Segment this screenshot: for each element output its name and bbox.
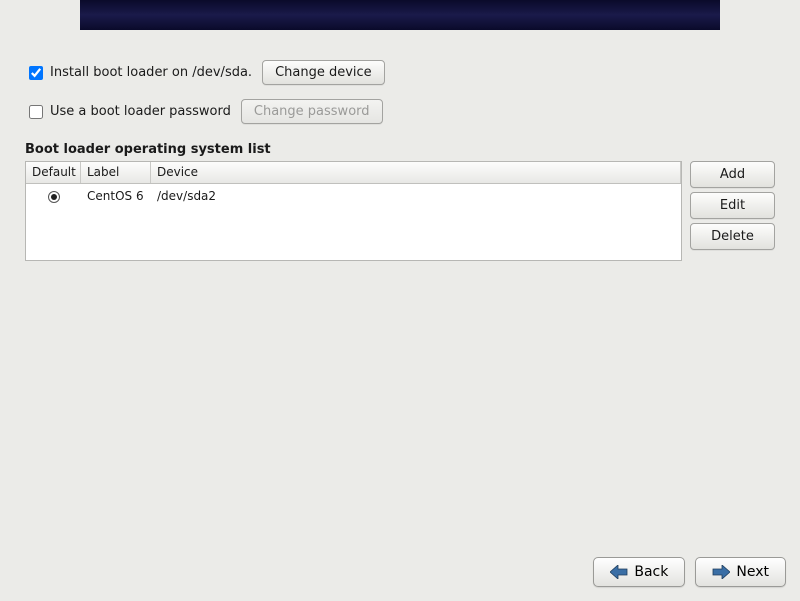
next-button-label: Next xyxy=(736,564,769,580)
os-table-header: Default Label Device xyxy=(26,162,681,184)
install-bootloader-row: Install boot loader on /dev/sda. Change … xyxy=(25,60,775,85)
col-header-default[interactable]: Default xyxy=(26,162,81,183)
use-password-row: Use a boot loader password Change passwo… xyxy=(25,99,775,124)
next-button[interactable]: Next xyxy=(695,557,786,587)
footer-buttons: Back Next xyxy=(593,557,786,587)
side-buttons: Add Edit Delete xyxy=(690,161,775,250)
install-bootloader-label: Install boot loader on /dev/sda. xyxy=(50,65,252,80)
add-button[interactable]: Add xyxy=(690,161,775,188)
use-password-label: Use a boot loader password xyxy=(50,104,231,119)
default-radio-cell[interactable] xyxy=(26,186,81,206)
row-device-cell: /dev/sda2 xyxy=(151,186,681,206)
change-device-button[interactable]: Change device xyxy=(262,60,385,85)
main-content: Install boot loader on /dev/sda. Change … xyxy=(25,60,775,261)
os-list-heading: Boot loader operating system list xyxy=(25,142,775,157)
radio-selected-icon[interactable] xyxy=(48,191,60,203)
change-password-button: Change password xyxy=(241,99,383,124)
install-bootloader-checkbox[interactable] xyxy=(29,66,43,80)
edit-button[interactable]: Edit xyxy=(690,192,775,219)
os-table[interactable]: Default Label Device CentOS 6 /dev/sda2 xyxy=(25,161,682,261)
header-banner xyxy=(80,0,720,30)
delete-button[interactable]: Delete xyxy=(690,223,775,250)
arrow-left-icon xyxy=(610,565,628,579)
back-button-label: Back xyxy=(634,564,668,580)
row-label-cell: CentOS 6 xyxy=(81,186,151,206)
back-button[interactable]: Back xyxy=(593,557,685,587)
use-password-checkbox[interactable] xyxy=(29,105,43,119)
col-header-label[interactable]: Label xyxy=(81,162,151,183)
arrow-right-icon xyxy=(712,565,730,579)
col-header-device[interactable]: Device xyxy=(151,162,681,183)
table-row[interactable]: CentOS 6 /dev/sda2 xyxy=(26,184,681,208)
os-table-area: Default Label Device CentOS 6 /dev/sda2 … xyxy=(25,161,775,261)
